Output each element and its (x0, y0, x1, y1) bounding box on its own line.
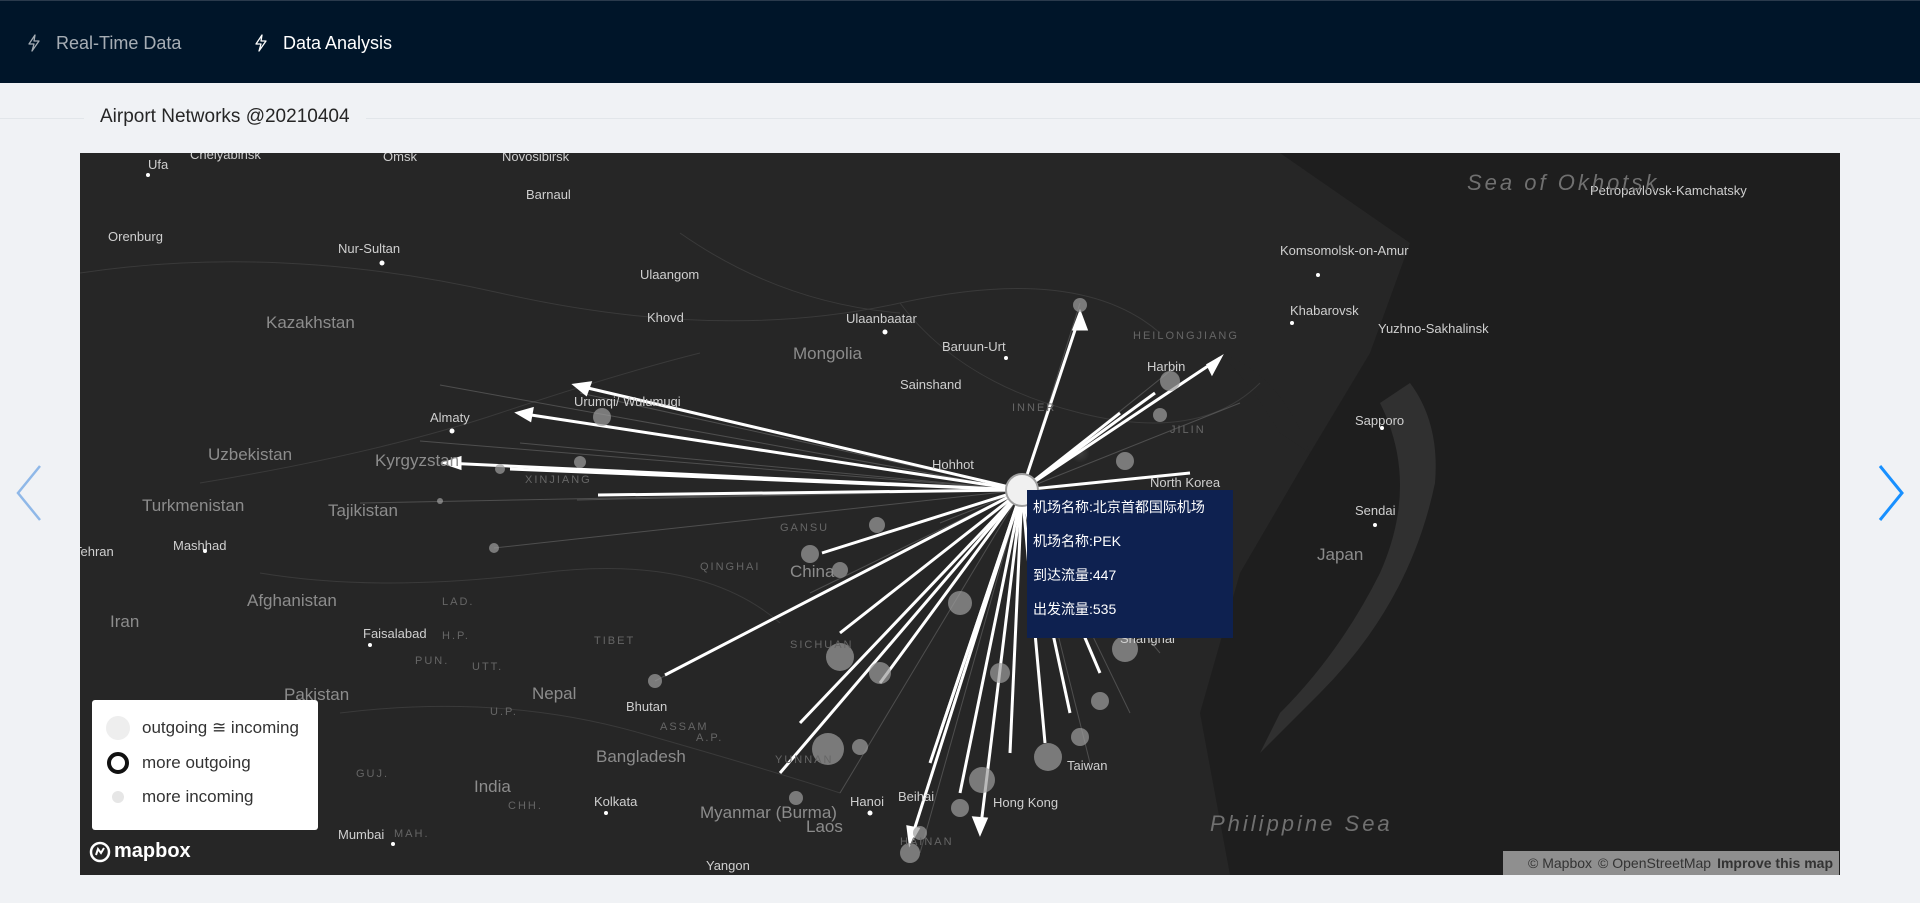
legend-item-outgoing: more outgoing (106, 751, 251, 775)
map-label: Sapporo (1355, 413, 1404, 428)
map-label: Bangladesh (596, 747, 686, 766)
map-label: Sendai (1355, 503, 1396, 518)
map-label: Uzbekistan (208, 445, 292, 464)
map-label: A.P. (696, 732, 723, 744)
map-label: Ufa (148, 157, 169, 172)
map-label: TIBET (594, 635, 635, 647)
chevron-left-icon[interactable] (12, 462, 46, 524)
map-label: LAD. (442, 596, 474, 608)
map-label: Omsk (383, 153, 417, 164)
map-label: Ulaangom (640, 267, 699, 282)
map-label: Sea of Okhotsk (1467, 170, 1659, 195)
map-label: Ulaanbaatar (846, 311, 917, 326)
map-label: Bhutan (626, 699, 667, 714)
map-label: SICHUAN (790, 639, 854, 651)
tooltip-row: 机场名称:PEK (1033, 533, 1121, 549)
map-canvas: Kazakhstan Mongolia Uzbekistan Kyrgyzsta… (80, 153, 1840, 875)
nav-label: Data Analysis (283, 32, 393, 53)
map-label: H.P. (442, 630, 470, 642)
map-label: Novosibirsk (502, 153, 570, 164)
map-label: Iran (110, 612, 139, 631)
thunderbolt-icon (255, 34, 267, 52)
airport-tooltip: 机场名称:北京首都国际机场 机场名称:PEK 到达流量:447 出发流量:535 (1027, 490, 1233, 638)
map-label: MAH. (394, 828, 430, 840)
map-label: Baruun-Urt (942, 339, 1006, 354)
map-label: Nur-Sultan (338, 241, 400, 256)
chevron-right-icon[interactable] (1874, 462, 1908, 524)
nav-label: Real-Time Data (56, 32, 182, 53)
map-label: XINJIANG (525, 474, 592, 486)
map-label: Khovd (647, 310, 684, 325)
dot-icon (106, 785, 130, 809)
legend-item-balanced: outgoing ≅ incoming (106, 716, 299, 740)
map-label: JILIN (1170, 424, 1206, 436)
thunderbolt-icon (28, 34, 40, 52)
map-label: Mongolia (793, 344, 863, 363)
map-label: GUJ. (356, 768, 389, 780)
map-label: Philippine Sea (1210, 811, 1393, 836)
map-label: Kazakhstan (266, 313, 355, 332)
map-label: Komsomolsk-on-Amur (1280, 243, 1409, 258)
map-label: Yuzhno-Sakhalinsk (1378, 321, 1489, 336)
map-label: Yangon (706, 858, 750, 873)
tooltip-row: 到达流量:447 (1033, 567, 1117, 583)
map-label: UTT. (472, 661, 503, 673)
map-attribution: © Mapbox © OpenStreetMap Improve this ma… (1503, 851, 1839, 875)
map-label: Khabarovsk (1290, 303, 1359, 318)
legend-item-incoming: more incoming (106, 785, 254, 809)
map-label: Kyrgyzstan (375, 451, 459, 470)
map-label: PUN. (415, 655, 449, 667)
section-header: Airport Networks @20210404 (0, 96, 1920, 128)
map-label: HEILONGJIANG (1133, 330, 1239, 342)
map-label: Turkmenistan (142, 496, 244, 515)
map-label: India (474, 777, 511, 796)
map-label: North Korea (1150, 475, 1221, 490)
tooltip-row: 机场名称:北京首都国际机场 (1033, 499, 1205, 515)
map-label: Mashhad (173, 538, 226, 553)
map-label: QINGHAI (700, 561, 760, 573)
map-label: Tehran (80, 544, 114, 559)
top-navigation-bar: Real-Time Data Data Analysis (0, 0, 1920, 83)
map-label: Chelyabinsk (190, 153, 261, 162)
map-label: Hohhot (932, 457, 974, 472)
improve-map-link[interactable]: Improve this map (1717, 855, 1833, 871)
map-label: U.P. (490, 706, 518, 718)
map-label: HAINAN (900, 836, 954, 848)
map-label: Beihai (898, 789, 934, 804)
circle-icon (106, 716, 130, 740)
map-label: Japan (1317, 545, 1363, 564)
osm-attribution-link[interactable]: © OpenStreetMap (1598, 855, 1711, 871)
page-title: Airport Networks @20210404 (84, 106, 366, 128)
map-label: GANSU (780, 522, 829, 534)
map-label: China (790, 562, 835, 581)
map-label: Sainshand (900, 377, 961, 392)
map-label: Afghanistan (247, 591, 337, 610)
mapbox-logo[interactable]: mapbox (89, 840, 191, 863)
map-label: Orenburg (108, 229, 163, 244)
map-label: Mumbai (338, 827, 384, 842)
mapbox-logo-icon (89, 841, 111, 862)
map-label: Harbin (1147, 359, 1185, 374)
map-label: CHH. (508, 800, 543, 812)
map-label: Almaty (430, 410, 470, 425)
tooltip-row: 出发流量:535 (1033, 601, 1117, 617)
map-label: Kolkata (594, 794, 638, 809)
map-label: Faisalabad (363, 626, 427, 641)
nav-item-data-analysis[interactable]: Data Analysis (253, 29, 392, 57)
map-label: Laos (806, 817, 843, 836)
map-label: Nepal (532, 684, 576, 703)
map-label: Hanoi (850, 794, 884, 809)
map-label: Urumqi/ Wulumuqi (574, 394, 681, 409)
map-label: Tajikistan (328, 501, 398, 520)
map-label: Hong Kong (993, 795, 1058, 810)
airport-network-map[interactable]: Kazakhstan Mongolia Uzbekistan Kyrgyzsta… (80, 153, 1840, 875)
map-legend: outgoing ≅ incoming more outgoing more i… (92, 700, 318, 830)
ring-icon (106, 751, 130, 775)
map-label: YUNNAN (775, 754, 833, 766)
nav-item-real-time-data[interactable]: Real-Time Data (26, 29, 181, 57)
map-label: Barnaul (526, 187, 571, 202)
mapbox-attribution-link[interactable]: © Mapbox (1528, 855, 1592, 871)
map-label: INNER (1012, 402, 1056, 414)
map-label: Taiwan (1067, 758, 1107, 773)
